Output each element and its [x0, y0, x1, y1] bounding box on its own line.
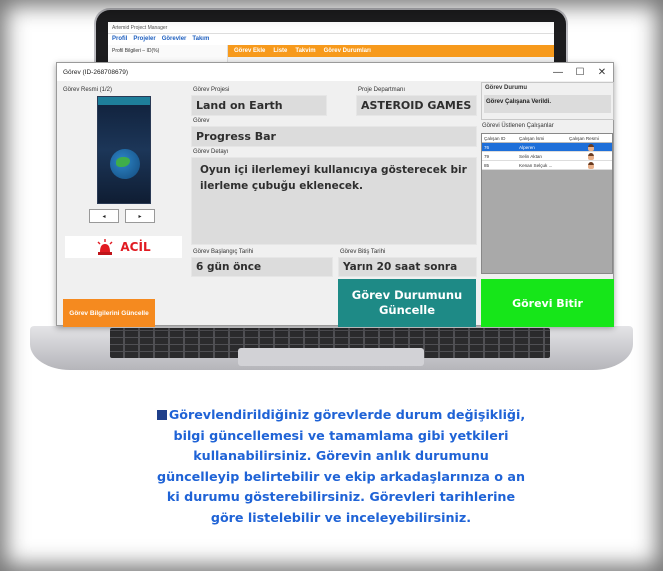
prev-image-button[interactable]: ◂	[89, 209, 119, 223]
task-image	[97, 96, 151, 204]
staff-name: Kenan Selçuk ...	[519, 162, 553, 168]
status-label: Görev Durumu	[485, 85, 528, 91]
menu-profil[interactable]: Profil	[112, 34, 127, 45]
project-label: Görev Projesi	[193, 87, 230, 93]
window-titlebar: Görev (ID-268708679) — ☐ ✕	[57, 63, 613, 81]
image-label: Görev Resmi (1/2)	[63, 87, 113, 93]
department-label: Proje Departmanı	[358, 87, 406, 93]
table-row[interactable]: 79 Selin Aktan	[482, 152, 612, 161]
column-header-name: Çalışan İsmi	[519, 135, 545, 141]
sidebar-header: Profil Bilgileri – ID(%)	[112, 48, 160, 54]
avatar	[587, 152, 594, 160]
tab-liste[interactable]: Liste	[273, 45, 287, 57]
end-date-field: Yarın 20 saat sonra	[338, 257, 477, 277]
feature-description: Görevlendirildiğiniz görevlerde durum de…	[156, 405, 526, 528]
start-date-field: 6 gün önce	[191, 257, 333, 277]
bullet-square-icon	[156, 410, 167, 420]
avatar	[587, 161, 594, 169]
staff-table-header: Çalışan ID Çalışan İsmi Çalışan Resmi	[482, 134, 612, 143]
table-row[interactable]: 85 Kenan Selçuk ...	[482, 161, 612, 170]
staff-photo	[569, 152, 612, 160]
staff-name: Selin Aktan	[519, 153, 542, 159]
status-value: Görev Çalışana Verildi.	[484, 95, 611, 113]
maximize-button[interactable]: ☐	[569, 63, 591, 81]
detail-field: Oyun içi ilerlemeyi kullanıcıya gösterec…	[191, 157, 477, 245]
staff-table[interactable]: Çalışan ID Çalışan İsmi Çalışan Resmi 76…	[481, 133, 613, 274]
tab-gorev-ekle[interactable]: Görev Ekle	[234, 45, 265, 57]
column-header-photo: Çalışan Resmi	[569, 135, 599, 141]
finish-task-button[interactable]: Görevi Bitir	[481, 279, 614, 327]
detail-label: Görev Detayı	[193, 149, 229, 155]
priority-badge: ACİL	[65, 236, 182, 258]
department-field: ASTEROID GAMES	[356, 95, 477, 116]
globe-icon	[110, 149, 140, 179]
task-field: Progress Bar	[191, 126, 477, 147]
menu-gorevler[interactable]: Görevler	[162, 34, 187, 45]
start-date-label: Görev Başlangıç Tarihi	[193, 249, 254, 255]
column-header-id: Çalışan ID	[484, 135, 506, 141]
next-image-button[interactable]: ▸	[125, 209, 155, 223]
background-tabs: Görev Ekle Liste Takvim Görev Durumları	[228, 45, 554, 57]
staff-id: 79	[484, 153, 490, 159]
background-app-title: Artemid Project Manager	[108, 22, 554, 34]
siren-icon	[97, 239, 113, 255]
update-status-button[interactable]: Görev Durumunu Güncelle	[338, 279, 476, 327]
menu-takim[interactable]: Takım	[192, 34, 209, 45]
minimize-button[interactable]: —	[547, 63, 569, 81]
image-progress-bar	[98, 97, 150, 105]
window-title: Görev (ID-268708679)	[63, 68, 129, 76]
menu-projeler[interactable]: Projeler	[133, 34, 155, 45]
background-menu-bar: Profil Projeler Görevler Takım	[108, 34, 554, 45]
avatar	[587, 143, 594, 151]
staff-photo	[569, 143, 612, 151]
close-button[interactable]: ✕	[591, 63, 613, 81]
staff-label: Görevi Üstlenen Çalışanlar	[482, 123, 554, 129]
staff-name: Alperen	[519, 144, 535, 150]
tab-gorev-durumlari[interactable]: Görev Durumları	[324, 45, 371, 57]
staff-id: 76	[484, 144, 490, 150]
project-field: Land on Earth	[191, 95, 327, 116]
update-info-button[interactable]: Görev Bilgilerini Güncelle	[63, 299, 155, 327]
task-label: Görev	[193, 118, 210, 124]
description-text: Görevlendirildiğiniz görevlerde durum de…	[157, 407, 526, 525]
end-date-label: Görev Bitiş Tarihi	[340, 249, 386, 255]
laptop-trackpad	[238, 348, 424, 366]
priority-text: ACİL	[120, 240, 151, 254]
table-row[interactable]: 76 Alperen	[482, 143, 612, 152]
task-window: Görev (ID-268708679) — ☐ ✕ Görev Resmi (…	[56, 62, 614, 327]
status-panel: Görev Durumu Görev Çalışana Verildi.	[481, 82, 614, 120]
tab-takvim[interactable]: Takvim	[295, 45, 315, 57]
staff-id: 85	[484, 162, 490, 168]
staff-photo	[569, 161, 612, 169]
